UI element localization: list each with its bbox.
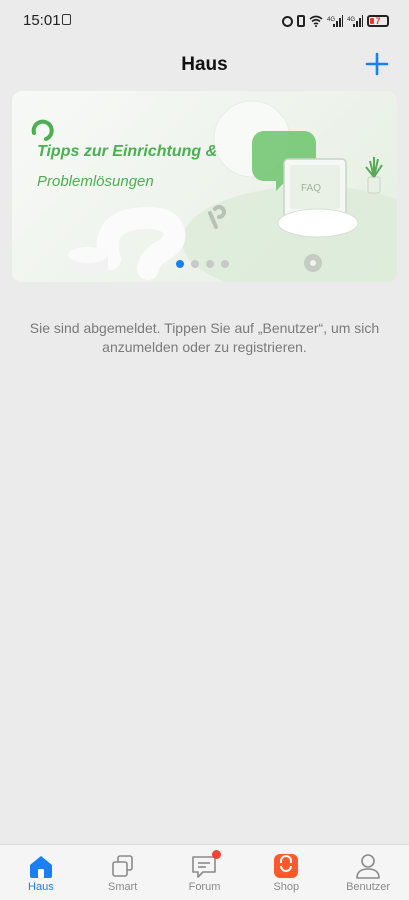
add-button[interactable] [363, 50, 391, 78]
nav-label: Haus [28, 881, 54, 893]
status-bar: 15:01 4G 4G 7 [0, 0, 409, 42]
carousel-dot[interactable] [206, 260, 214, 268]
battery-icon: 7 [367, 15, 389, 27]
banner-title: Tipps zur Einrichtung & [37, 143, 218, 160]
signal-icon-2: 4G [347, 15, 363, 27]
status-icons: 4G 4G 7 [282, 12, 389, 30]
network-label-1: 4G [327, 17, 335, 23]
banner-subtitle: Problemlösungen [37, 173, 154, 190]
forum-icon-wrap [190, 850, 222, 879]
sim-card-icon [62, 14, 71, 25]
shop-icon [274, 854, 299, 878]
page-title: Haus [181, 54, 228, 75]
nav-item-forum[interactable]: Forum [164, 845, 246, 900]
network-label-2: 4G [347, 17, 355, 23]
bottom-nav: Haus Smart Forum Shop Benutzer [0, 844, 409, 900]
battery-level: 7 [375, 16, 381, 26]
faq-label: FAQ [301, 183, 321, 194]
home-icon [29, 856, 52, 878]
carousel-indicator [176, 260, 229, 268]
nav-item-shop[interactable]: Shop [245, 845, 327, 900]
notification-badge [212, 850, 222, 859]
banner-carousel[interactable]: FAQ Tipps zur Einrichtung & Problemlösun… [12, 91, 397, 282]
battery-fill [370, 18, 374, 24]
logo-icon [31, 119, 54, 141]
nav-item-haus[interactable]: Haus [0, 845, 82, 900]
nav-item-smart[interactable]: Smart [82, 845, 164, 900]
user-icon [356, 854, 380, 879]
signal-icon-1: 4G [327, 15, 343, 27]
carousel-dot[interactable] [191, 260, 199, 268]
carousel-dot[interactable] [221, 260, 229, 268]
wifi-icon [309, 15, 323, 27]
carousel-dot[interactable] [176, 260, 184, 268]
nav-label: Smart [108, 881, 138, 893]
alarm-icon [282, 15, 293, 27]
status-time: 15:01 [23, 12, 61, 29]
smart-icon [111, 855, 133, 877]
header: Haus [0, 42, 409, 86]
nav-item-benutzer[interactable]: Benutzer [327, 845, 409, 900]
question-mark-icon [96, 207, 186, 280]
nav-label: Forum [188, 881, 221, 893]
nav-label: Shop [273, 881, 300, 893]
plus-icon [365, 52, 389, 76]
logged-out-message: Sie sind abgemeldet. Tippen Sie auf „Ben… [29, 320, 380, 355]
nav-label: Benutzer [346, 881, 391, 893]
vibrate-icon [297, 15, 305, 27]
